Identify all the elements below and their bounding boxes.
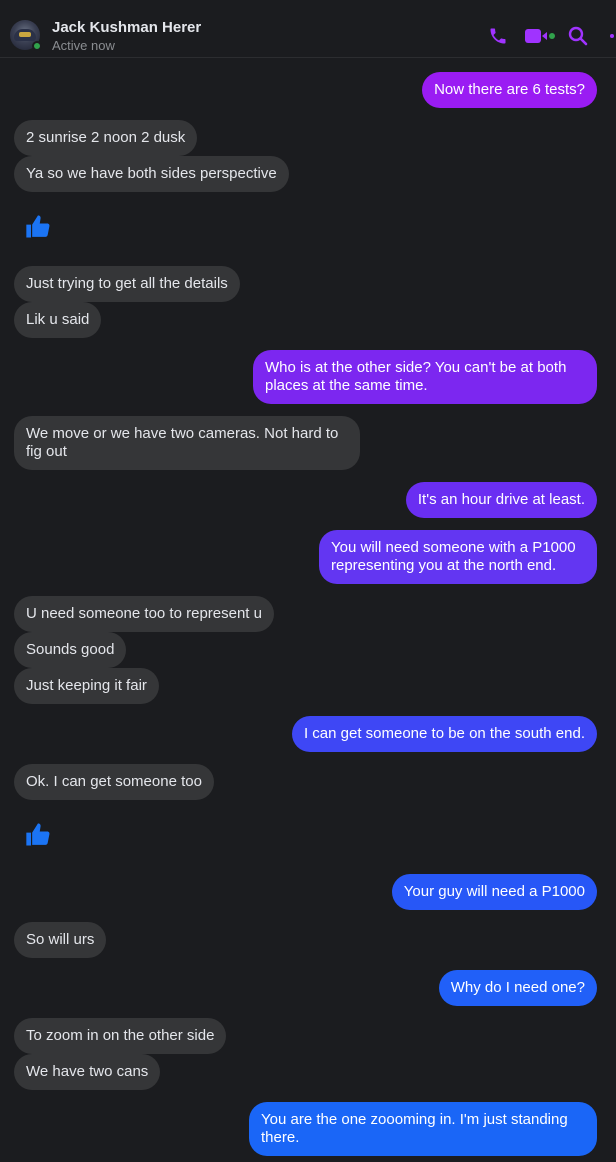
message-sent[interactable]: Who is at the other side? You can't be a…	[253, 350, 597, 404]
phone-icon[interactable]	[488, 26, 508, 46]
message-received[interactable]: U need someone too to represent u	[14, 596, 274, 632]
message-sent[interactable]: Now there are 6 tests?	[422, 72, 597, 108]
message-sent[interactable]: I can get someone to be on the south end…	[291, 716, 597, 752]
message-received[interactable]: To zoom in on the other side	[14, 1018, 227, 1054]
message-received[interactable]: 2 sunrise 2 noon 2 dusk	[14, 120, 198, 156]
message-sent[interactable]: Why do I need one?	[438, 970, 597, 1006]
message-received[interactable]: Just keeping it fair	[14, 668, 159, 704]
search-icon[interactable]	[568, 26, 588, 46]
contact-status: Active now	[52, 38, 115, 53]
message-sent[interactable]: It's an hour drive at least.	[405, 482, 597, 518]
contact-name[interactable]: Jack Kushman Herer	[52, 19, 201, 36]
message-received[interactable]: Lik u said	[14, 302, 102, 338]
message-received[interactable]: Sounds good	[14, 632, 127, 668]
thumbs-up-icon[interactable]	[24, 821, 52, 849]
more-icon[interactable]	[604, 26, 614, 46]
message-received[interactable]: Ya so we have both sides perspective	[14, 156, 289, 192]
online-status-dot	[32, 41, 42, 51]
message-sent[interactable]: You will need someone with a P1000 repre…	[319, 530, 597, 584]
message-received[interactable]: So will urs	[14, 922, 107, 958]
message-sent[interactable]: You are the one zoooming in. I'm just st…	[249, 1102, 597, 1156]
message-received[interactable]: Ok. I can get someone too	[14, 764, 214, 800]
message-received[interactable]: Just trying to get all the details	[14, 266, 240, 302]
video-call-icon[interactable]	[524, 26, 556, 46]
message-sent[interactable]: Your guy will need a P1000	[391, 874, 597, 910]
chat-header: Jack Kushman Herer Active now	[0, 0, 616, 58]
message-received[interactable]: We move or we have two cameras. Not hard…	[14, 416, 360, 470]
message-received[interactable]: We have two cans	[14, 1054, 161, 1090]
thumbs-up-icon[interactable]	[24, 213, 52, 241]
